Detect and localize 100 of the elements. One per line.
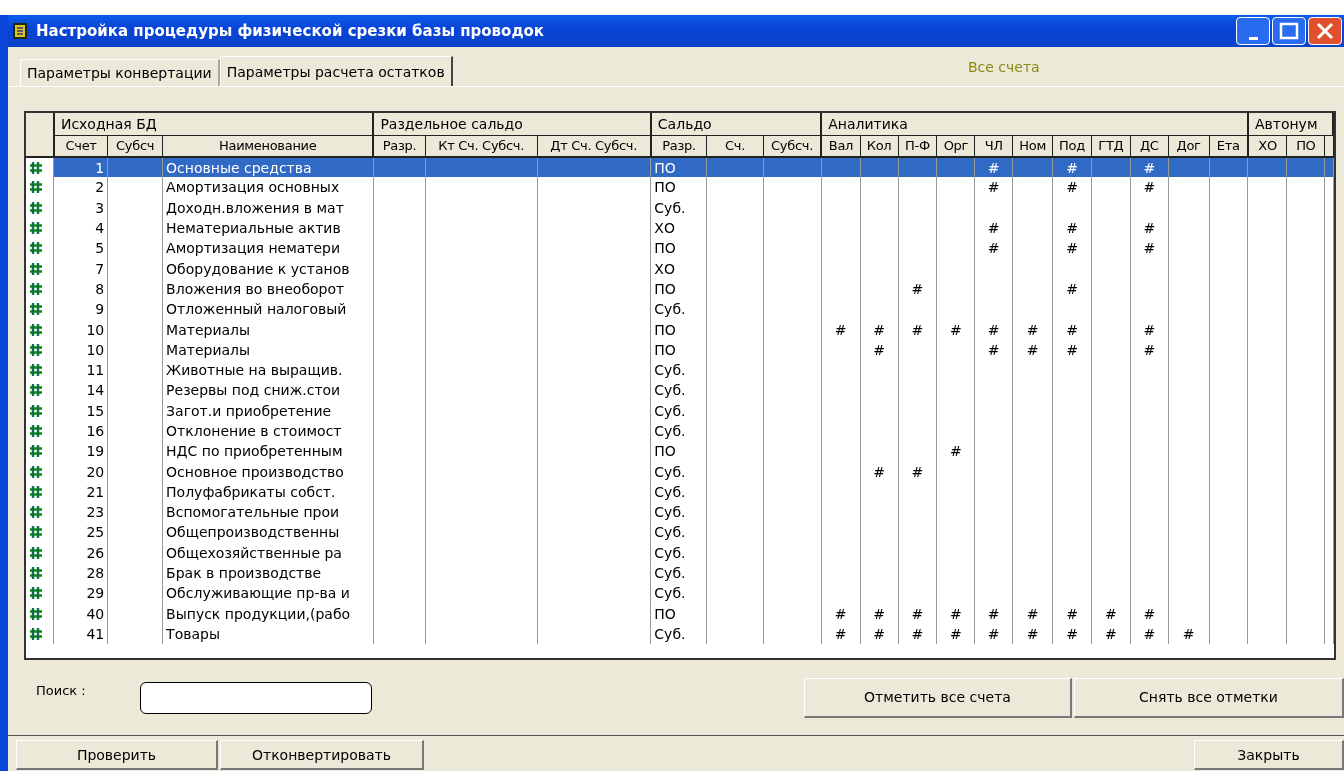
mark-button[interactable]: Снять все отметки bbox=[1074, 677, 1344, 718]
table-cell: Материалы bbox=[162, 339, 374, 360]
table-cell: # bbox=[974, 319, 1013, 340]
hash-icon bbox=[29, 444, 43, 459]
table-cell: # bbox=[1012, 319, 1053, 340]
table-cell: # bbox=[1130, 603, 1169, 624]
footer-button[interactable]: Отконвертировать bbox=[220, 740, 424, 770]
hash-icon bbox=[29, 383, 43, 398]
mark-button[interactable]: Отметить все счета bbox=[804, 677, 1072, 718]
table-cell: # bbox=[898, 319, 937, 340]
table-cell: # bbox=[936, 603, 975, 624]
table-cell: # bbox=[1130, 623, 1169, 645]
tab[interactable]: Параметры конвертации bbox=[20, 59, 220, 86]
table-cell: # bbox=[936, 623, 975, 645]
table-cell: 29 bbox=[53, 583, 108, 604]
table-cell: Суб. bbox=[650, 623, 707, 645]
table-cell: 3 bbox=[53, 197, 108, 218]
table-cell: 15 bbox=[53, 400, 108, 421]
hash-icon bbox=[29, 403, 43, 418]
table-cell: # bbox=[1052, 603, 1092, 624]
hash-icon bbox=[29, 322, 43, 337]
hash-icon bbox=[29, 606, 43, 621]
table-cell: # bbox=[1130, 319, 1169, 340]
maximize-button[interactable] bbox=[1272, 17, 1306, 45]
maximize-icon bbox=[1279, 22, 1299, 40]
search-field[interactable] bbox=[140, 681, 372, 714]
table-cell: # bbox=[974, 623, 1013, 645]
table-cell: ХО bbox=[650, 258, 707, 279]
table-cell: ПО bbox=[650, 339, 707, 360]
table-cell: 7 bbox=[53, 258, 108, 279]
table-cell: 41 bbox=[53, 623, 108, 645]
hash-icon bbox=[29, 464, 43, 479]
column-group-header: Автонум bbox=[1247, 113, 1333, 135]
table-cell: Суб. bbox=[650, 380, 707, 401]
hash-icon bbox=[29, 363, 43, 378]
table-cell: Загот.и приобретение bbox=[162, 400, 374, 421]
column-group-header: Аналитика bbox=[821, 113, 1248, 135]
table-cell: 25 bbox=[53, 522, 108, 543]
table-cell: Резервы под сниж.стои bbox=[162, 380, 374, 401]
app-icon bbox=[12, 22, 28, 40]
hash-icon bbox=[29, 281, 43, 296]
table-cell: Суб. bbox=[650, 522, 707, 543]
window-title: Настройка процедуры физической срезки базы проводок bbox=[36, 22, 544, 40]
hash-icon bbox=[29, 525, 43, 540]
table-cell: # bbox=[860, 319, 899, 340]
table-cell: 10 bbox=[53, 339, 108, 360]
table-cell: # bbox=[898, 623, 937, 645]
table-cell: 2 bbox=[53, 177, 108, 198]
table-cell: # bbox=[860, 461, 899, 482]
table-cell: # bbox=[860, 623, 899, 645]
filter-label: Все счета bbox=[968, 59, 1040, 75]
hash-icon bbox=[29, 505, 43, 520]
table-cell: 40 bbox=[53, 603, 108, 624]
table-cell: Обслуживающие пр-ва и bbox=[162, 583, 374, 604]
close-button[interactable] bbox=[1308, 17, 1342, 45]
table-cell: # bbox=[974, 603, 1013, 624]
close-dialog-button[interactable]: Закрыть bbox=[1194, 740, 1344, 770]
table-cell: # bbox=[860, 603, 899, 624]
table-cell: # bbox=[1012, 603, 1053, 624]
table-cell: 10 bbox=[53, 319, 108, 340]
column-group-header: Раздельное сальдо bbox=[373, 113, 651, 135]
minimize-button[interactable] bbox=[1236, 17, 1270, 45]
hash-icon bbox=[29, 180, 43, 195]
table-cell: Общехозяйственные ра bbox=[162, 542, 374, 563]
table-cell: ПО bbox=[650, 177, 707, 198]
hash-icon bbox=[29, 626, 43, 641]
table-cell: # bbox=[860, 339, 899, 360]
hash-icon bbox=[29, 424, 43, 438]
table-cell: 20 bbox=[53, 461, 108, 482]
column-header[interactable]: Наименование bbox=[162, 135, 374, 157]
column-group-header: Сальдо bbox=[650, 113, 822, 135]
hash-icon bbox=[29, 342, 43, 357]
table-cell: # bbox=[821, 623, 861, 645]
table-cell: ПО bbox=[650, 603, 707, 624]
table-cell: # bbox=[1052, 319, 1092, 340]
table-cell: Доходн.вложения в мат bbox=[162, 197, 374, 218]
table-cell: # bbox=[1012, 623, 1053, 645]
table-cell: # bbox=[1130, 339, 1169, 360]
column-group-header: Исходная БД bbox=[53, 113, 374, 135]
table-cell: # bbox=[1052, 339, 1092, 360]
table-cell: # bbox=[898, 461, 937, 482]
table-cell: # bbox=[1052, 177, 1092, 198]
table-cell: Основное производство bbox=[162, 461, 374, 482]
hash-icon bbox=[29, 261, 43, 276]
table-cell: # bbox=[1168, 623, 1210, 645]
table-cell: 26 bbox=[53, 542, 108, 563]
table-cell: Выпуск продукции,(рабо bbox=[162, 603, 374, 624]
search-label: Поиск : bbox=[36, 683, 87, 698]
tab[interactable]: Параметры расчета остатков bbox=[219, 56, 453, 86]
table-cell: # bbox=[1091, 623, 1131, 645]
close-icon bbox=[1315, 22, 1335, 40]
hash-icon bbox=[29, 221, 43, 236]
table-row[interactable]: 1 Основные средства ПО # # # bbox=[26, 157, 1333, 178]
table-cell: 14 bbox=[53, 380, 108, 401]
table-cell: # bbox=[898, 603, 937, 624]
hash-icon bbox=[29, 302, 43, 317]
hash-icon bbox=[29, 566, 43, 581]
footer-button[interactable]: Проверить bbox=[16, 740, 218, 770]
table-cell: Суб. bbox=[650, 461, 707, 482]
table-cell: # bbox=[1052, 623, 1092, 645]
